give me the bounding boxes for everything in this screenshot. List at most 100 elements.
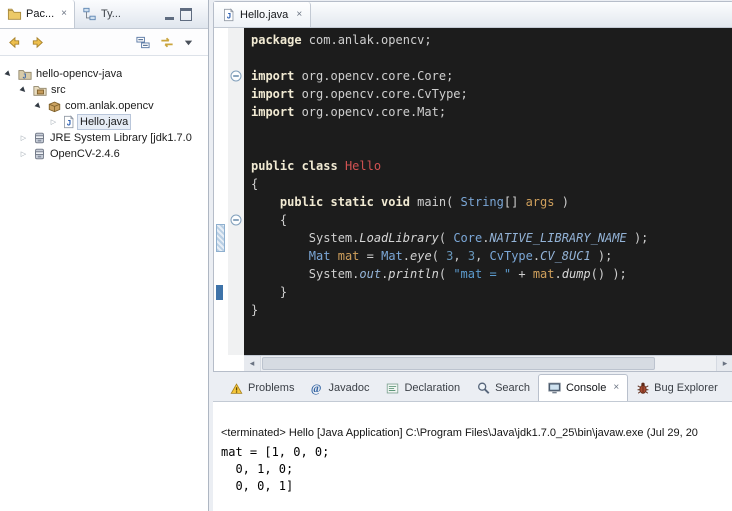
view-menu-icon[interactable] bbox=[183, 37, 194, 48]
view-tab-ty[interactable]: Ty... bbox=[75, 0, 128, 28]
code-token: ); bbox=[627, 231, 649, 245]
code-token: , bbox=[475, 249, 489, 263]
editor-tab-hello-java[interactable]: J Hello.java × bbox=[214, 2, 311, 27]
code-line[interactable]: package com.anlak.opencv; bbox=[251, 31, 732, 49]
collapse-all-icon[interactable] bbox=[135, 35, 151, 50]
code-token: com.anlak.opencv; bbox=[302, 33, 432, 47]
bottom-tab-declaration[interactable]: Declaration bbox=[377, 375, 468, 401]
bottom-tab-bug[interactable]: Bug bbox=[726, 375, 732, 401]
javadoc-icon: @ bbox=[310, 381, 324, 395]
tree-item-com-anlak-opencv[interactable]: ▶com.anlak.opencv bbox=[0, 98, 208, 114]
maximize-icon[interactable] bbox=[180, 8, 192, 21]
bottom-tab-label: Console bbox=[566, 382, 606, 394]
expand-arrow-icon[interactable]: ▷ bbox=[18, 150, 29, 158]
bottom-tab-search[interactable]: Search bbox=[468, 375, 538, 401]
code-token: args bbox=[526, 195, 555, 209]
code-line[interactable] bbox=[251, 121, 732, 139]
code-line[interactable]: import org.opencv.core.CvType; bbox=[251, 85, 732, 103]
code-token: = bbox=[359, 249, 381, 263]
forward-arrow-icon[interactable] bbox=[30, 35, 46, 50]
code-line[interactable]: } bbox=[251, 283, 732, 301]
scroll-left-icon[interactable]: ◂ bbox=[244, 356, 261, 371]
code-token: . bbox=[555, 267, 562, 281]
bottom-tab-console[interactable]: Console × bbox=[538, 374, 628, 402]
console-view: <terminated> Hello [Java Application] C:… bbox=[213, 402, 732, 511]
expand-arrow-icon[interactable]: ▷ bbox=[18, 134, 29, 142]
code-token bbox=[330, 249, 337, 263]
code-token: import bbox=[251, 105, 294, 119]
code-area[interactable]: package com.anlak.opencv; import org.ope… bbox=[244, 28, 732, 355]
scrollbar-thumb[interactable] bbox=[262, 357, 655, 370]
scrollbar-track[interactable] bbox=[261, 356, 716, 371]
horizontal-scrollbar[interactable]: ◂ ▸ bbox=[244, 355, 732, 371]
code-line[interactable] bbox=[251, 139, 732, 157]
package-tree: ▶Jhello-opencv-java▶src▶com.anlak.opencv… bbox=[0, 56, 208, 511]
code-token: import bbox=[251, 87, 294, 101]
close-icon[interactable]: × bbox=[296, 10, 302, 20]
fold-collapse-icon[interactable] bbox=[230, 70, 242, 82]
bottom-tab-problems[interactable]: Problems bbox=[221, 375, 302, 401]
code-line[interactable]: public static void main( String[] args ) bbox=[251, 193, 732, 211]
console-process-header: <terminated> Hello [Java Application] C:… bbox=[221, 427, 732, 439]
tree-item-label: hello-opencv-java bbox=[36, 68, 122, 80]
link-with-editor-icon[interactable] bbox=[159, 35, 175, 50]
code-token: Mat bbox=[381, 249, 403, 263]
bottom-tab-bug-explorer[interactable]: Bug Explorer bbox=[628, 375, 726, 401]
console-line: mat = [1, 0, 0; bbox=[221, 444, 732, 461]
tree-item-label: JRE System Library [jdk1.7.0 bbox=[50, 132, 192, 144]
tree-item-hello-opencv-java[interactable]: ▶Jhello-opencv-java bbox=[0, 66, 208, 82]
tree-item-opencv-2-4-6[interactable]: ▷OpenCV-2.4.6 bbox=[0, 146, 208, 162]
minimize-icon[interactable] bbox=[165, 9, 174, 20]
code-token: import bbox=[251, 69, 294, 83]
code-line[interactable]: } bbox=[251, 301, 732, 319]
code-token: ( bbox=[439, 267, 453, 281]
code-token bbox=[251, 249, 309, 263]
collapse-arrow-icon[interactable]: ▶ bbox=[17, 83, 30, 96]
scroll-right-icon[interactable]: ▸ bbox=[716, 356, 732, 371]
code-token: [] bbox=[504, 195, 526, 209]
view-tab-pac[interactable]: Pac...× bbox=[0, 0, 75, 28]
code-line[interactable] bbox=[251, 49, 732, 67]
tree-item-label: src bbox=[51, 84, 66, 96]
java-file-icon: J bbox=[62, 115, 75, 129]
view-tab-label: Ty... bbox=[101, 8, 121, 20]
collapse-arrow-icon[interactable]: ▶ bbox=[32, 99, 45, 112]
code-line[interactable]: import org.opencv.core.Mat; bbox=[251, 103, 732, 121]
code-line[interactable]: Mat mat = Mat.eye( 3, 3, CvType.CV_8UC1 … bbox=[251, 247, 732, 265]
fold-collapse-icon[interactable] bbox=[230, 214, 242, 226]
console-output: mat = [1, 0, 0; 0, 1, 0; 0, 0, 1] bbox=[221, 444, 732, 495]
code-token: "mat = " bbox=[453, 267, 511, 281]
code-token bbox=[338, 159, 345, 173]
tree-item-jre-system-library-jdk1-7-0[interactable]: ▷ JRE System Library [jdk1.7.0 bbox=[0, 130, 208, 146]
tree-item-src[interactable]: ▶ src bbox=[0, 82, 208, 98]
bottom-tab-label: Declaration bbox=[404, 382, 460, 394]
code-line[interactable]: public class Hello bbox=[251, 157, 732, 175]
back-arrow-icon[interactable] bbox=[6, 35, 22, 50]
code-token: package bbox=[251, 33, 302, 47]
code-line[interactable]: { bbox=[251, 175, 732, 193]
view-tab-bar: Pac...× Ty... bbox=[0, 0, 208, 29]
console-line: 0, 0, 1] bbox=[221, 478, 732, 495]
bottom-tab-javadoc[interactable]: @Javadoc bbox=[302, 375, 377, 401]
tree-item-hello-java[interactable]: ▷JHello.java bbox=[0, 114, 208, 130]
code-line[interactable]: import org.opencv.core.Core; bbox=[251, 67, 732, 85]
editor-body: package com.anlak.opencv; import org.ope… bbox=[214, 28, 732, 355]
close-icon[interactable]: × bbox=[613, 383, 619, 393]
editor-tab-bar: J Hello.java × bbox=[214, 2, 732, 28]
toolbar-right-group bbox=[135, 35, 202, 50]
code-token: CV_8UC1 bbox=[540, 249, 591, 263]
code-token: main( bbox=[410, 195, 461, 209]
expand-arrow-icon[interactable]: ▷ bbox=[48, 118, 59, 126]
code-line[interactable]: System.out.println( "mat = " + mat.dump(… bbox=[251, 265, 732, 283]
close-icon[interactable]: × bbox=[61, 9, 67, 19]
project-icon: J bbox=[17, 67, 33, 81]
code-token: } bbox=[251, 285, 287, 299]
svg-text:J: J bbox=[66, 120, 71, 129]
code-line[interactable]: { bbox=[251, 211, 732, 229]
view-controls bbox=[165, 0, 208, 28]
code-line[interactable]: System.LoadLibrary( Core.NATIVE_LIBRARY_… bbox=[251, 229, 732, 247]
collapse-arrow-icon[interactable]: ▶ bbox=[2, 67, 15, 80]
code-token: { bbox=[251, 177, 258, 191]
code-token: println bbox=[388, 267, 439, 281]
code-token: Core bbox=[453, 231, 482, 245]
